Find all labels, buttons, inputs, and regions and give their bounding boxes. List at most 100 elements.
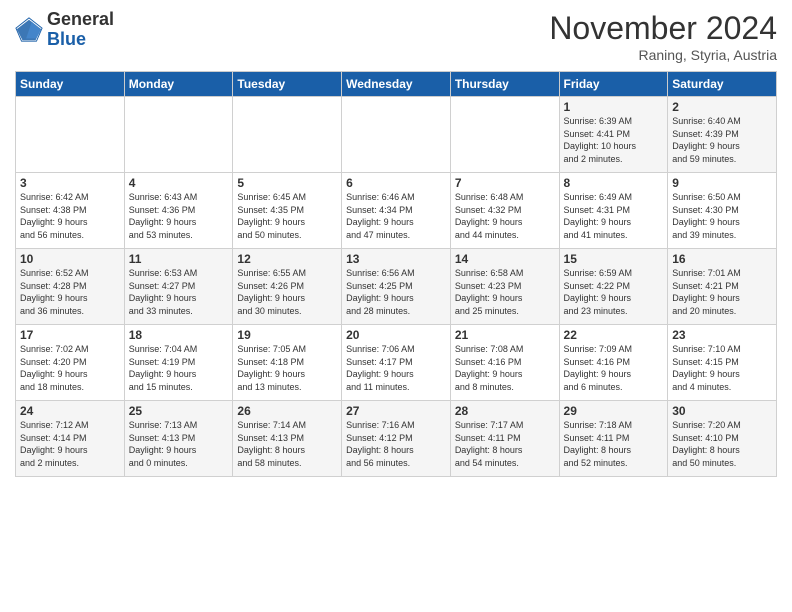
day-number: 29 — [564, 404, 664, 418]
calendar-cell: 24Sunrise: 7:12 AM Sunset: 4:14 PM Dayli… — [16, 401, 125, 477]
day-info: Sunrise: 7:16 AM Sunset: 4:12 PM Dayligh… — [346, 419, 446, 469]
calendar-cell: 7Sunrise: 6:48 AM Sunset: 4:32 PM Daylig… — [450, 173, 559, 249]
calendar-cell: 1Sunrise: 6:39 AM Sunset: 4:41 PM Daylig… — [559, 97, 668, 173]
calendar-cell — [450, 97, 559, 173]
day-info: Sunrise: 7:20 AM Sunset: 4:10 PM Dayligh… — [672, 419, 772, 469]
day-info: Sunrise: 6:40 AM Sunset: 4:39 PM Dayligh… — [672, 115, 772, 165]
calendar-cell: 27Sunrise: 7:16 AM Sunset: 4:12 PM Dayli… — [342, 401, 451, 477]
calendar-cell: 29Sunrise: 7:18 AM Sunset: 4:11 PM Dayli… — [559, 401, 668, 477]
day-info: Sunrise: 6:55 AM Sunset: 4:26 PM Dayligh… — [237, 267, 337, 317]
calendar-cell: 10Sunrise: 6:52 AM Sunset: 4:28 PM Dayli… — [16, 249, 125, 325]
day-info: Sunrise: 7:10 AM Sunset: 4:15 PM Dayligh… — [672, 343, 772, 393]
day-number: 10 — [20, 252, 120, 266]
calendar-cell — [342, 97, 451, 173]
calendar-cell: 12Sunrise: 6:55 AM Sunset: 4:26 PM Dayli… — [233, 249, 342, 325]
day-info: Sunrise: 7:05 AM Sunset: 4:18 PM Dayligh… — [237, 343, 337, 393]
day-info: Sunrise: 7:06 AM Sunset: 4:17 PM Dayligh… — [346, 343, 446, 393]
logo: General Blue — [15, 10, 114, 50]
day-info: Sunrise: 6:49 AM Sunset: 4:31 PM Dayligh… — [564, 191, 664, 241]
calendar-cell: 20Sunrise: 7:06 AM Sunset: 4:17 PM Dayli… — [342, 325, 451, 401]
calendar-week-5: 24Sunrise: 7:12 AM Sunset: 4:14 PM Dayli… — [16, 401, 777, 477]
day-number: 24 — [20, 404, 120, 418]
day-info: Sunrise: 6:42 AM Sunset: 4:38 PM Dayligh… — [20, 191, 120, 241]
calendar-cell: 21Sunrise: 7:08 AM Sunset: 4:16 PM Dayli… — [450, 325, 559, 401]
logo-icon — [15, 16, 43, 44]
calendar-week-1: 1Sunrise: 6:39 AM Sunset: 4:41 PM Daylig… — [16, 97, 777, 173]
day-info: Sunrise: 6:50 AM Sunset: 4:30 PM Dayligh… — [672, 191, 772, 241]
day-number: 18 — [129, 328, 229, 342]
day-info: Sunrise: 7:14 AM Sunset: 4:13 PM Dayligh… — [237, 419, 337, 469]
calendar-cell: 16Sunrise: 7:01 AM Sunset: 4:21 PM Dayli… — [668, 249, 777, 325]
day-header-thursday: Thursday — [450, 72, 559, 97]
day-info: Sunrise: 7:04 AM Sunset: 4:19 PM Dayligh… — [129, 343, 229, 393]
calendar-cell: 23Sunrise: 7:10 AM Sunset: 4:15 PM Dayli… — [668, 325, 777, 401]
calendar-cell: 28Sunrise: 7:17 AM Sunset: 4:11 PM Dayli… — [450, 401, 559, 477]
day-number: 14 — [455, 252, 555, 266]
calendar-cell: 9Sunrise: 6:50 AM Sunset: 4:30 PM Daylig… — [668, 173, 777, 249]
day-header-saturday: Saturday — [668, 72, 777, 97]
day-number: 7 — [455, 176, 555, 190]
day-number: 12 — [237, 252, 337, 266]
calendar-cell: 22Sunrise: 7:09 AM Sunset: 4:16 PM Dayli… — [559, 325, 668, 401]
day-number: 20 — [346, 328, 446, 342]
calendar-cell: 13Sunrise: 6:56 AM Sunset: 4:25 PM Dayli… — [342, 249, 451, 325]
day-info: Sunrise: 7:18 AM Sunset: 4:11 PM Dayligh… — [564, 419, 664, 469]
day-header-tuesday: Tuesday — [233, 72, 342, 97]
day-header-sunday: Sunday — [16, 72, 125, 97]
logo-text: General Blue — [47, 10, 114, 50]
calendar-cell: 18Sunrise: 7:04 AM Sunset: 4:19 PM Dayli… — [124, 325, 233, 401]
day-info: Sunrise: 6:56 AM Sunset: 4:25 PM Dayligh… — [346, 267, 446, 317]
day-number: 30 — [672, 404, 772, 418]
day-info: Sunrise: 6:48 AM Sunset: 4:32 PM Dayligh… — [455, 191, 555, 241]
calendar-cell: 14Sunrise: 6:58 AM Sunset: 4:23 PM Dayli… — [450, 249, 559, 325]
day-header-monday: Monday — [124, 72, 233, 97]
calendar-cell — [16, 97, 125, 173]
day-number: 19 — [237, 328, 337, 342]
calendar-cell: 6Sunrise: 6:46 AM Sunset: 4:34 PM Daylig… — [342, 173, 451, 249]
day-info: Sunrise: 6:39 AM Sunset: 4:41 PM Dayligh… — [564, 115, 664, 165]
calendar-cell — [124, 97, 233, 173]
calendar-cell: 8Sunrise: 6:49 AM Sunset: 4:31 PM Daylig… — [559, 173, 668, 249]
day-info: Sunrise: 6:53 AM Sunset: 4:27 PM Dayligh… — [129, 267, 229, 317]
day-number: 17 — [20, 328, 120, 342]
calendar-cell: 15Sunrise: 6:59 AM Sunset: 4:22 PM Dayli… — [559, 249, 668, 325]
calendar-cell: 11Sunrise: 6:53 AM Sunset: 4:27 PM Dayli… — [124, 249, 233, 325]
day-info: Sunrise: 6:59 AM Sunset: 4:22 PM Dayligh… — [564, 267, 664, 317]
day-number: 28 — [455, 404, 555, 418]
page-container: General Blue November 2024 Raning, Styri… — [0, 0, 792, 487]
day-number: 8 — [564, 176, 664, 190]
calendar-cell: 26Sunrise: 7:14 AM Sunset: 4:13 PM Dayli… — [233, 401, 342, 477]
calendar-cell: 17Sunrise: 7:02 AM Sunset: 4:20 PM Dayli… — [16, 325, 125, 401]
day-info: Sunrise: 7:01 AM Sunset: 4:21 PM Dayligh… — [672, 267, 772, 317]
calendar-cell: 4Sunrise: 6:43 AM Sunset: 4:36 PM Daylig… — [124, 173, 233, 249]
day-info: Sunrise: 7:08 AM Sunset: 4:16 PM Dayligh… — [455, 343, 555, 393]
day-info: Sunrise: 6:43 AM Sunset: 4:36 PM Dayligh… — [129, 191, 229, 241]
calendar-table: SundayMondayTuesdayWednesdayThursdayFrid… — [15, 71, 777, 477]
day-info: Sunrise: 7:17 AM Sunset: 4:11 PM Dayligh… — [455, 419, 555, 469]
day-number: 4 — [129, 176, 229, 190]
day-number: 23 — [672, 328, 772, 342]
day-info: Sunrise: 7:09 AM Sunset: 4:16 PM Dayligh… — [564, 343, 664, 393]
day-number: 3 — [20, 176, 120, 190]
month-title: November 2024 — [549, 10, 777, 47]
location: Raning, Styria, Austria — [549, 47, 777, 63]
day-number: 2 — [672, 100, 772, 114]
day-number: 9 — [672, 176, 772, 190]
day-info: Sunrise: 7:12 AM Sunset: 4:14 PM Dayligh… — [20, 419, 120, 469]
day-info: Sunrise: 6:45 AM Sunset: 4:35 PM Dayligh… — [237, 191, 337, 241]
calendar-cell: 2Sunrise: 6:40 AM Sunset: 4:39 PM Daylig… — [668, 97, 777, 173]
day-number: 27 — [346, 404, 446, 418]
day-number: 5 — [237, 176, 337, 190]
calendar-cell: 30Sunrise: 7:20 AM Sunset: 4:10 PM Dayli… — [668, 401, 777, 477]
day-number: 15 — [564, 252, 664, 266]
day-number: 22 — [564, 328, 664, 342]
day-number: 16 — [672, 252, 772, 266]
calendar-cell — [233, 97, 342, 173]
day-info: Sunrise: 7:02 AM Sunset: 4:20 PM Dayligh… — [20, 343, 120, 393]
day-header-friday: Friday — [559, 72, 668, 97]
title-block: November 2024 Raning, Styria, Austria — [549, 10, 777, 63]
day-number: 21 — [455, 328, 555, 342]
day-info: Sunrise: 6:52 AM Sunset: 4:28 PM Dayligh… — [20, 267, 120, 317]
day-number: 6 — [346, 176, 446, 190]
day-number: 25 — [129, 404, 229, 418]
